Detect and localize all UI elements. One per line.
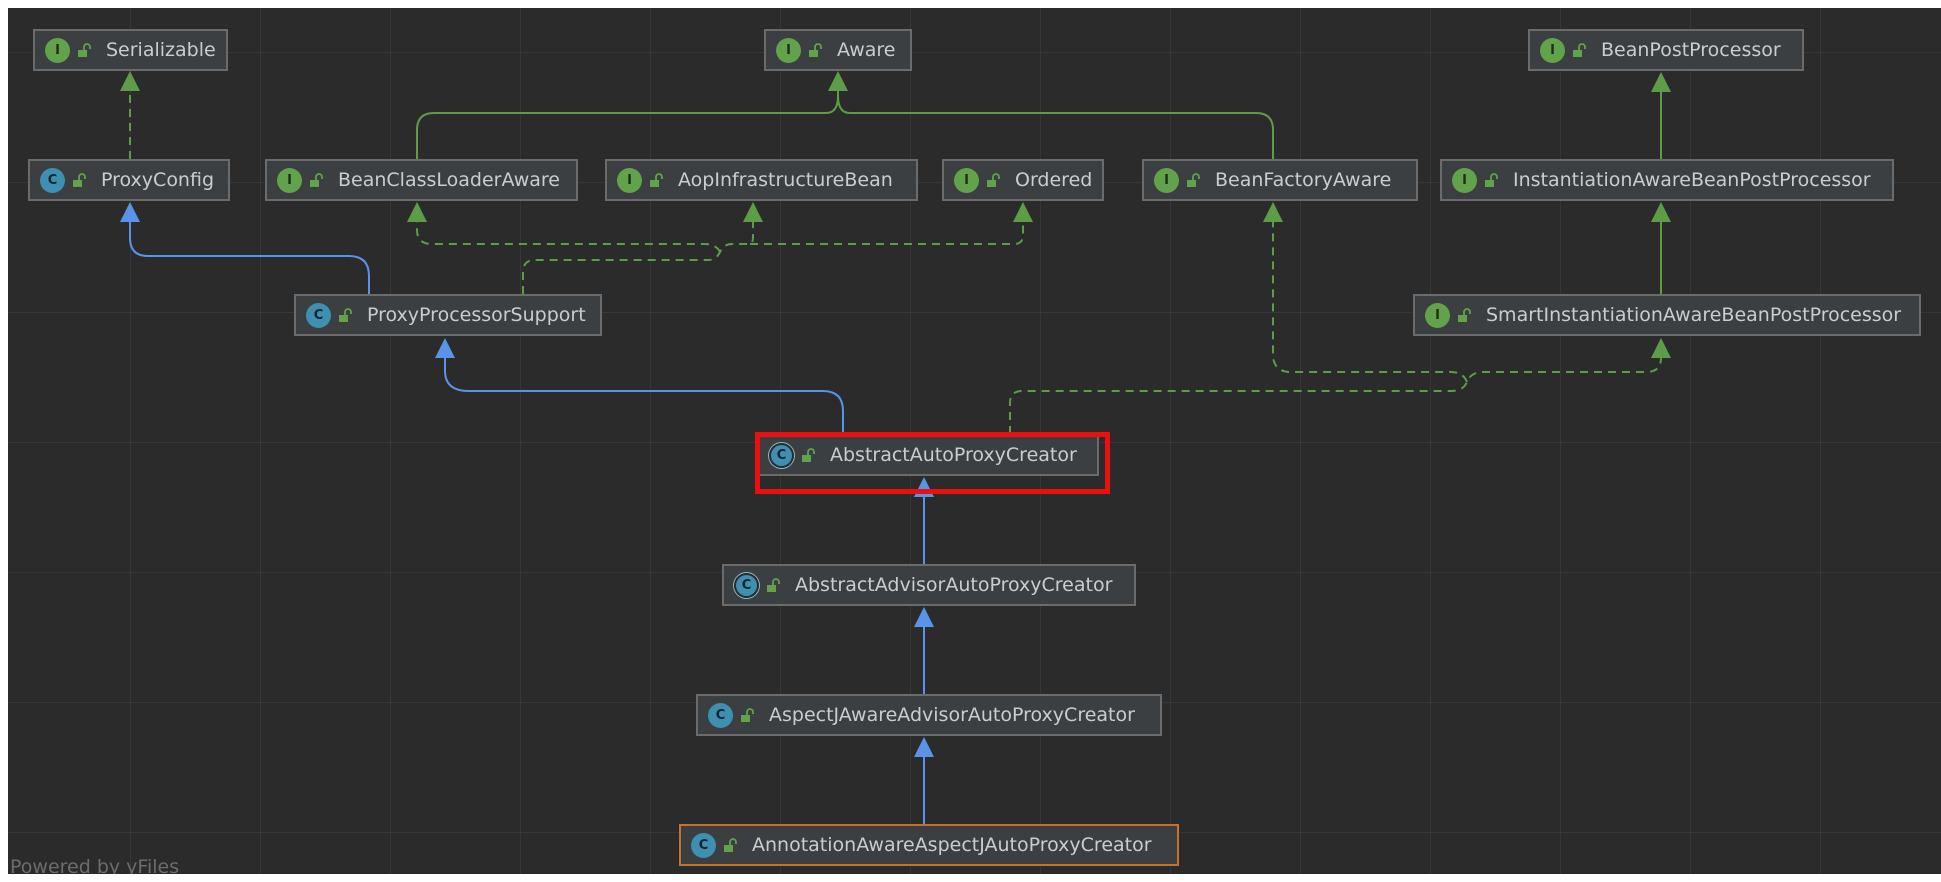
extends-arrowhead: [1651, 202, 1671, 222]
selection-highlight: [755, 432, 1110, 494]
extends-arrowhead: [435, 338, 455, 358]
node-label: Serializable: [106, 39, 216, 61]
interface-icon: I: [277, 167, 302, 193]
unlocked-icon: [73, 172, 86, 187]
diagram-canvas[interactable]: I Serializable I Aware I BeanPostProcess…: [8, 8, 1941, 874]
interface-icon: I: [1452, 167, 1477, 193]
implements-edge: [750, 221, 1024, 245]
interface-icon: I: [1540, 37, 1565, 63]
powered-by-label: Powered by yFiles: [10, 856, 180, 874]
unlocked-icon: [809, 42, 822, 57]
unlocked-icon: [78, 42, 91, 57]
class-icon: C: [40, 167, 65, 193]
node-label: AnnotationAwareAspectJAutoProxyCreator: [752, 834, 1152, 856]
node-label: ProxyProcessorSupport: [367, 304, 586, 326]
node-label: BeanPostProcessor: [1601, 39, 1781, 61]
node-label: SmartInstantiationAwareBeanPostProcessor: [1486, 304, 1902, 326]
node-serializable[interactable]: I Serializable: [33, 29, 228, 71]
node-proxyconfig[interactable]: C ProxyConfig: [28, 159, 230, 201]
node-label: AspectJAwareAdvisorAutoProxyCreator: [769, 704, 1135, 726]
node-label: AbstractAdvisorAutoProxyCreator: [795, 574, 1113, 596]
interface-icon: I: [45, 37, 70, 63]
extends-arrowhead: [914, 737, 934, 757]
interface-icon: I: [776, 37, 801, 63]
node-aware[interactable]: I Aware: [764, 29, 912, 71]
interface-icon: I: [954, 167, 979, 193]
implements-arrowhead: [1263, 202, 1283, 222]
unlocked-icon: [1485, 172, 1498, 187]
node-label: Aware: [837, 39, 896, 61]
extends-arrowhead: [828, 71, 848, 91]
extends-edge: [129, 221, 370, 294]
extends-arrowhead: [120, 202, 140, 222]
interface-icon: I: [1154, 167, 1179, 193]
extends-edge: [837, 95, 1274, 159]
extends-edge: [416, 80, 839, 159]
node-aspectjawareadvisorautoproxycreator[interactable]: C AspectJAwareAdvisorAutoProxyCreator: [696, 694, 1162, 736]
node-instantiationawarebeanpostprocessor[interactable]: I InstantiationAwareBeanPostProcessor: [1440, 159, 1894, 201]
extends-arrowhead: [1651, 72, 1671, 92]
abstract-class-icon: C: [734, 572, 759, 598]
node-label: BeanFactoryAware: [1215, 169, 1392, 191]
interface-icon: I: [617, 167, 642, 193]
node-label: Ordered: [1015, 169, 1093, 191]
unlocked-icon: [767, 577, 780, 592]
implements-arrowhead: [120, 71, 140, 91]
unlocked-icon: [1573, 42, 1586, 57]
node-smartinstantiationawarebeanpostprocessor[interactable]: I SmartInstantiationAwareBeanPostProcess…: [1413, 294, 1921, 336]
node-label: ProxyConfig: [101, 169, 215, 191]
class-icon: C: [708, 702, 733, 728]
node-label: InstantiationAwareBeanPostProcessor: [1513, 169, 1871, 191]
implements-edge: [416, 221, 721, 253]
node-abstractadvisorautoproxycreator[interactable]: C AbstractAdvisorAutoProxyCreator: [722, 564, 1136, 606]
unlocked-icon: [1187, 172, 1200, 187]
extends-arrowhead: [914, 607, 934, 627]
class-icon: C: [306, 302, 331, 328]
unlocked-icon: [741, 707, 754, 722]
node-label: AopInfrastructureBean: [678, 169, 893, 191]
unlocked-icon: [310, 172, 323, 187]
implements-edge: [522, 221, 754, 294]
class-icon: C: [691, 832, 716, 858]
node-ordered[interactable]: I Ordered: [942, 159, 1104, 201]
node-beanpostprocessor[interactable]: I BeanPostProcessor: [1528, 29, 1804, 71]
extends-edge: [444, 357, 844, 434]
implements-arrowhead: [1651, 338, 1671, 358]
node-beanclassloaderaware[interactable]: I BeanClassLoaderAware: [265, 159, 578, 201]
unlocked-icon: [987, 172, 1000, 187]
node-proxyprocessorsupport[interactable]: C ProxyProcessorSupport: [294, 294, 602, 336]
unlocked-icon: [650, 172, 663, 187]
node-annotationawareaspectjautoproxycreator[interactable]: C AnnotationAwareAspectJAutoProxyCreator: [679, 824, 1179, 866]
node-beanfactoryaware[interactable]: I BeanFactoryAware: [1142, 159, 1418, 201]
unlocked-icon: [724, 837, 737, 852]
node-label: BeanClassLoaderAware: [338, 169, 560, 191]
unlocked-icon: [1458, 307, 1471, 322]
implements-arrowhead: [407, 202, 427, 222]
implements-arrowhead: [743, 202, 763, 222]
unlocked-icon: [339, 307, 352, 322]
implements-edge: [1009, 357, 1662, 434]
interface-icon: I: [1425, 302, 1450, 328]
implements-arrowhead: [1013, 202, 1033, 222]
node-aopinfrastructurebean[interactable]: I AopInfrastructureBean: [605, 159, 918, 201]
